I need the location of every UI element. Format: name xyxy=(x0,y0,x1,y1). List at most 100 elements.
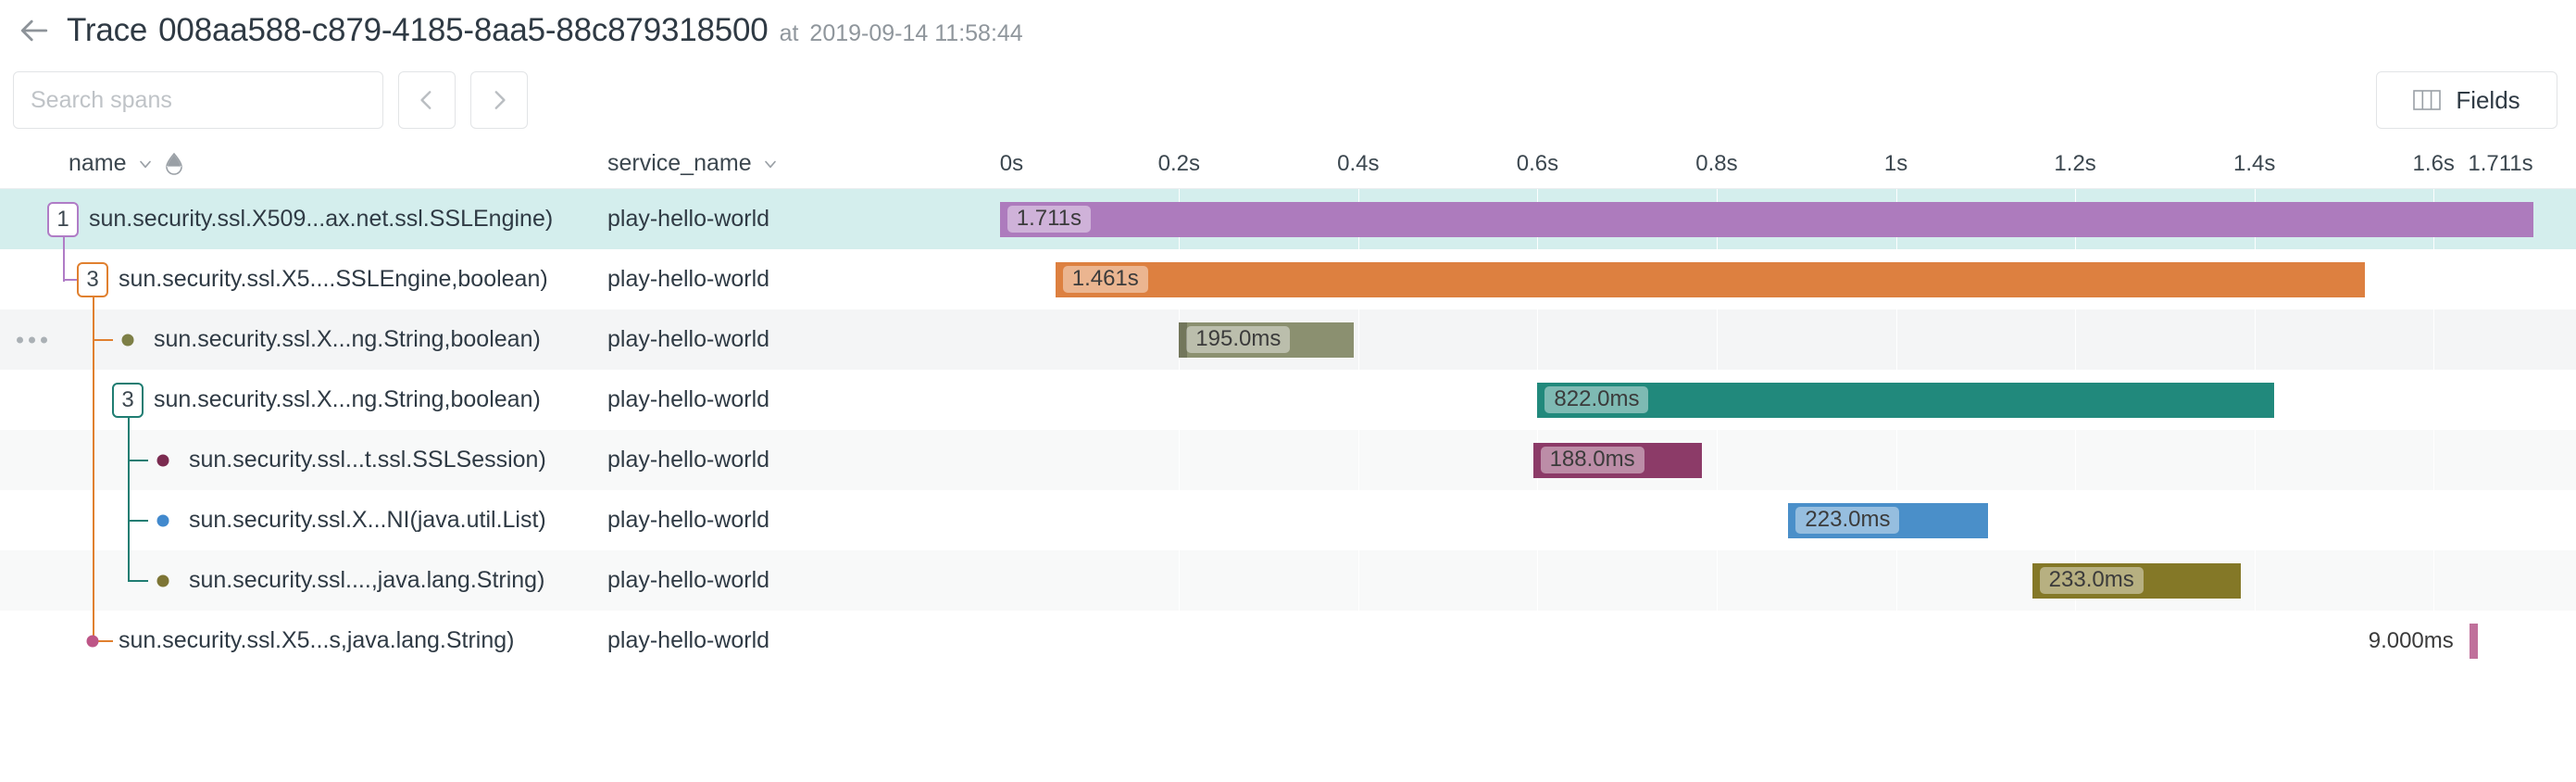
column-header-name-label: name xyxy=(69,150,127,176)
span-bar[interactable]: 233.0ms xyxy=(2032,562,2242,599)
tree-connector-line xyxy=(128,460,148,461)
child-count-badge[interactable]: 3 xyxy=(112,382,144,418)
service-name-cell: play-hello-world xyxy=(600,249,987,309)
gridline xyxy=(2433,550,2435,611)
gridline xyxy=(1537,309,1539,370)
table-row[interactable]: sun.security.ssl.X...ng.String,boolean) p… xyxy=(0,309,2576,370)
gridline xyxy=(1357,430,1359,490)
gridline xyxy=(1716,550,1718,611)
gridline xyxy=(1895,550,1897,611)
child-count-badge[interactable]: 1 xyxy=(47,201,79,237)
span-name-cell[interactable]: sun.security.ssl....,java.lang.String) xyxy=(0,550,600,611)
gridline xyxy=(2075,309,2077,370)
tree-connector-line xyxy=(128,580,148,582)
gridline xyxy=(1895,309,1897,370)
table-row[interactable]: sun.security.ssl...t.ssl.SSLSession) play… xyxy=(0,430,2576,490)
span-dot-icon xyxy=(86,635,99,647)
service-name-label: play-hello-world xyxy=(607,326,770,352)
gridline xyxy=(2254,550,2256,611)
span-dot-icon xyxy=(121,334,134,346)
tree-connector-line xyxy=(93,294,94,640)
gridline xyxy=(2433,309,2435,370)
timeline-cell[interactable]: 9.000ms xyxy=(987,611,2576,671)
gridline xyxy=(2254,490,2256,550)
span-bar[interactable]: 1.461s xyxy=(1055,261,2365,297)
page-title: Trace 008aa588-c879-4185-8aa5-88c8793185… xyxy=(67,12,1023,49)
column-header-name[interactable]: name xyxy=(0,150,600,177)
span-name-label: sun.security.ssl.X5...s,java.lang.String… xyxy=(119,627,515,653)
table-row[interactable]: 3 sun.security.ssl.X...ng.String,boolean)… xyxy=(0,370,2576,430)
gridline xyxy=(1537,490,1539,550)
axis-tick: 0.6s xyxy=(1516,150,1559,176)
span-bar[interactable]: 1.711s xyxy=(999,201,2533,237)
span-bar[interactable] xyxy=(2469,623,2478,659)
trace-timestamp: 2019-09-14 11:58:44 xyxy=(809,20,1023,46)
axis-tick: 0.4s xyxy=(1337,150,1380,176)
chevron-down-icon[interactable] xyxy=(761,155,780,173)
gridline xyxy=(2433,249,2435,309)
timeline-cell[interactable]: 188.0ms xyxy=(987,430,2576,490)
gridline xyxy=(1716,430,1718,490)
span-bar[interactable]: 188.0ms xyxy=(1532,442,1702,478)
span-name-cell[interactable]: sun.security.ssl.X...NI(java.util.List) xyxy=(0,490,600,550)
chevron-down-icon[interactable] xyxy=(136,155,155,173)
service-name-label: play-hello-world xyxy=(607,627,770,653)
timeline-cell[interactable]: 233.0ms xyxy=(987,550,2576,611)
table-row[interactable]: sun.security.ssl.X5...s,java.lang.String… xyxy=(0,611,2576,671)
gridline xyxy=(2254,611,2256,671)
gridline xyxy=(1357,309,1359,370)
back-arrow-icon[interactable] xyxy=(17,13,52,48)
span-name-label: sun.security.ssl.X...ng.String,boolean) xyxy=(154,386,541,412)
span-name-cell[interactable]: sun.security.ssl...t.ssl.SSLSession) xyxy=(0,430,600,490)
column-header-service-name[interactable]: service_name xyxy=(600,150,987,177)
fields-button[interactable]: Fields xyxy=(2376,71,2557,129)
trace-label: Trace xyxy=(67,12,148,48)
axis-tick: 1.4s xyxy=(2232,150,2276,176)
span-name-cell[interactable]: 3 sun.security.ssl.X5....SSLEngine,boolea… xyxy=(0,249,600,309)
timeline-axis: 0s 0.2s 0.4s 0.6s 0.8s 1s 1.2s 1.4s 1.6s 1.711s xyxy=(987,139,2576,189)
timeline-cell[interactable]: 1.711s xyxy=(987,189,2576,249)
child-count-badge[interactable]: 3 xyxy=(77,261,108,297)
span-bar[interactable]: 223.0ms xyxy=(1788,502,1989,538)
span-name-cell[interactable]: sun.security.ssl.X5...s,java.lang.String… xyxy=(0,611,600,671)
timeline-cell[interactable]: 223.0ms xyxy=(987,490,2576,550)
gridline xyxy=(2254,309,2256,370)
span-bar-lead-segment xyxy=(1179,322,1188,358)
span-name-cell[interactable]: 3 sun.security.ssl.X...ng.String,boolean) xyxy=(0,370,600,430)
search-input[interactable] xyxy=(13,71,383,129)
gridline xyxy=(2075,611,2077,671)
span-name-label: sun.security.ssl.X...NI(java.util.List) xyxy=(189,507,546,533)
timeline-gridlines xyxy=(987,550,2576,611)
page-header: Trace 008aa588-c879-4185-8aa5-88c8793185… xyxy=(0,0,2576,61)
fields-button-label: Fields xyxy=(2456,85,2520,114)
span-bar[interactable]: 195.0ms xyxy=(1179,322,1354,358)
table-row[interactable]: sun.security.ssl.X...NI(java.util.List) p… xyxy=(0,490,2576,550)
span-bar[interactable]: 822.0ms xyxy=(1537,382,2274,418)
table-row[interactable]: 1 sun.security.ssl.X509...ax.net.ssl.SSLE… xyxy=(0,189,2576,249)
timeline-cell[interactable]: 195.0ms xyxy=(987,309,2576,370)
row-menu-icon[interactable] xyxy=(17,336,47,343)
gridline xyxy=(1357,550,1359,611)
timeline-gridlines xyxy=(987,490,2576,550)
span-dot-icon xyxy=(156,514,169,526)
droplet-sort-icon[interactable] xyxy=(164,152,184,176)
tree-connector-line xyxy=(63,231,65,282)
span-duration-label: 822.0ms xyxy=(1544,386,1649,413)
axis-tick: 1.2s xyxy=(2054,150,2096,176)
gridline xyxy=(2433,490,2435,550)
table-row[interactable]: sun.security.ssl....,java.lang.String) pl… xyxy=(0,550,2576,611)
gridline xyxy=(1537,550,1539,611)
span-name-cell[interactable]: 1 sun.security.ssl.X509...ax.net.ssl.SSLE… xyxy=(0,189,600,249)
gridline xyxy=(1179,490,1181,550)
table-row[interactable]: 3 sun.security.ssl.X5....SSLEngine,boolea… xyxy=(0,249,2576,309)
timeline-cell[interactable]: 1.461s xyxy=(987,249,2576,309)
column-header-service-name-label: service_name xyxy=(607,150,752,176)
span-name-cell[interactable]: sun.security.ssl.X...ng.String,boolean) xyxy=(0,309,600,370)
previous-match-button[interactable] xyxy=(398,71,456,129)
span-duration-label: 1.711s xyxy=(1007,206,1091,233)
tree-connector-line xyxy=(128,414,130,580)
axis-tick: 0s xyxy=(999,150,1024,176)
timeline-cell[interactable]: 822.0ms xyxy=(987,370,2576,430)
next-match-button[interactable] xyxy=(470,71,528,129)
service-name-cell: play-hello-world xyxy=(600,550,987,611)
